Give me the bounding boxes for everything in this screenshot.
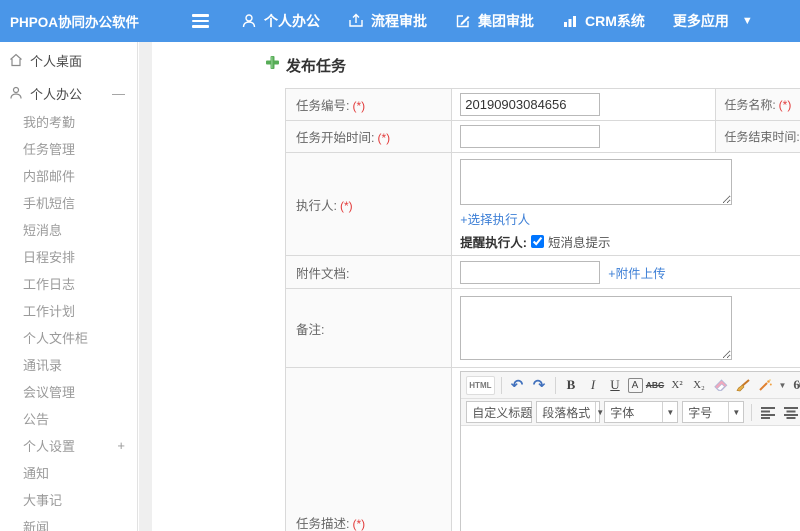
description-label: 任务描述: (*)	[284, 367, 453, 531]
align-center-icon[interactable]	[782, 403, 800, 422]
blockquote-button[interactable]: 66	[789, 376, 800, 395]
workflow-upload-icon	[348, 13, 364, 29]
user-icon	[9, 86, 23, 100]
sidebar-item-announcement[interactable]: 公告	[0, 405, 137, 432]
start-time-input[interactable]	[460, 125, 601, 148]
bar-chart-icon	[562, 13, 578, 29]
sidebar-item-notice[interactable]: 通知	[0, 459, 137, 486]
font-family-select[interactable]: 字体 ▼	[604, 401, 679, 423]
undo-button[interactable]: ↶	[508, 376, 527, 395]
toolbar-separator	[500, 376, 502, 394]
heading-select[interactable]: 自定义标题▼	[466, 401, 546, 423]
remind-executor-label: 提醒执行人:	[460, 236, 527, 250]
sidebar-item-internal-mail[interactable]: 内部邮件	[0, 162, 137, 189]
font-size-select[interactable]: 字号 ▼	[682, 401, 745, 423]
remove-format-eraser-icon[interactable]	[712, 376, 731, 395]
sms-remind-option: 短消息提示	[547, 236, 611, 250]
subscript-button[interactable]: X₂	[690, 376, 709, 395]
sidebar-item-work-log[interactable]: 工作日志	[0, 270, 137, 297]
auto-typeset-wand-icon[interactable]	[756, 376, 775, 395]
sidebar: 个人桌面 个人办公 — 我的考勤 任务管理 内部邮件 手机短信 短消息 日程安排…	[0, 42, 138, 531]
caret-down-icon[interactable]: ▼	[779, 381, 787, 390]
editor-toolbar-row2: 自定义标题▼ 段落格式▼ 字体▼ 字号▼	[461, 399, 800, 426]
sidebar-item-contacts[interactable]: 通讯录	[0, 351, 137, 378]
nav-more-apps[interactable]: 更多应用 ▼	[673, 11, 753, 31]
sidebar-item-short-message[interactable]: 短消息	[0, 216, 137, 243]
align-left-icon[interactable]	[759, 403, 778, 422]
attachment-input[interactable]	[460, 260, 601, 284]
top-header: PHPOA协同办公软件 个人办公 流程审批 集团审批 CRM系统 更多应用 ▼	[0, 0, 800, 42]
page-title: 发布任务	[286, 57, 347, 75]
sidebar-item-personal-desktop[interactable]: 个人桌面	[0, 45, 137, 75]
format-painter-brush-icon[interactable]	[734, 376, 753, 395]
nav-crm-system[interactable]: CRM系统	[562, 11, 645, 31]
sidebar-item-schedule[interactable]: 日程安排	[0, 243, 137, 270]
strikethrough-button[interactable]: ABC	[646, 376, 665, 395]
attachment-upload-link[interactable]: +附件上传	[608, 263, 665, 282]
publish-task-form: 任务编号:(*) 任务名称:(*) 任务开始时间:(*) 任务结束时间:(*)	[284, 88, 800, 531]
rich-text-editor: HTML ↶ ↷ B I U A ABC X² X₂ ▼ 6 自定义标题 段落格…	[460, 371, 800, 531]
nav-personal-office[interactable]: 个人办公	[241, 11, 320, 31]
caret-down-icon: ▼	[741, 15, 753, 27]
paragraph-format-select[interactable]: 段落格式 ▼	[536, 401, 604, 423]
attachment-label: 附件文档:	[284, 255, 453, 289]
edit-approve-icon	[455, 13, 471, 29]
html-source-button[interactable]: HTML	[466, 375, 495, 395]
sidebar-item-personal-files[interactable]: 个人文件柜	[0, 324, 137, 351]
user-icon	[241, 13, 257, 29]
expand-icon[interactable]: +	[117, 438, 125, 453]
caret-down-icon: ▼	[728, 402, 743, 422]
remark-label: 备注:	[284, 288, 453, 368]
caret-down-icon: ▼	[595, 402, 604, 422]
underline-button[interactable]: U	[606, 376, 625, 395]
bold-button[interactable]: B	[562, 376, 581, 395]
sidebar-item-personal-office[interactable]: 个人办公 —	[0, 78, 137, 108]
caret-down-icon: ▼	[662, 402, 677, 422]
superscript-button[interactable]: X²	[668, 376, 687, 395]
page-title-row: 发布任务	[265, 53, 346, 77]
top-nav: 个人办公 流程审批 集团审批 CRM系统 更多应用 ▼	[241, 11, 753, 31]
end-time-label: 任务结束时间:(*)	[715, 120, 800, 153]
collapse-icon[interactable]: —	[112, 86, 125, 101]
sidebar-item-work-plan[interactable]: 工作计划	[0, 297, 137, 324]
editor-toolbar-row1: HTML ↶ ↷ B I U A ABC X² X₂ ▼ 6	[461, 372, 800, 399]
nav-group-approval[interactable]: 集团审批	[455, 11, 534, 31]
home-icon	[9, 53, 23, 67]
sidebar-item-meeting-management[interactable]: 会议管理	[0, 378, 137, 405]
task-name-label: 任务名称: (*)	[715, 88, 800, 121]
plus-icon	[265, 55, 280, 75]
redo-button[interactable]: ↷	[530, 376, 549, 395]
toolbar-separator	[554, 376, 556, 394]
choose-executor-link[interactable]: +选择执行人	[460, 209, 530, 228]
start-time-label: 任务开始时间: (*)	[284, 120, 453, 153]
sidebar-item-my-attendance[interactable]: 我的考勤	[0, 108, 137, 135]
task-no-input[interactable]	[460, 93, 601, 116]
toolbar-separator	[751, 403, 753, 421]
sidebar-item-personal-settings[interactable]: 个人设置 +	[0, 432, 137, 459]
sidebar-item-task-management[interactable]: 任务管理	[0, 135, 137, 162]
nav-workflow-approval[interactable]: 流程审批	[348, 11, 427, 31]
executor-label: 执行人: (*)	[284, 152, 453, 256]
char-border-button[interactable]: A	[627, 377, 643, 393]
sidebar-item-news[interactable]: 新闻	[0, 513, 137, 531]
remark-textarea[interactable]	[460, 296, 733, 360]
sidebar-item-mobile-sms[interactable]: 手机短信	[0, 189, 137, 216]
editor-content-area[interactable]	[461, 426, 800, 531]
app-logo: PHPOA协同办公软件	[10, 15, 140, 30]
main-content: 发布任务 任务编号:(*) 任务名称:(*) 任务开始时间:(*)	[152, 42, 800, 531]
sidebar-item-milestones[interactable]: 大事记	[0, 486, 137, 513]
executor-textarea[interactable]	[460, 159, 733, 205]
sidebar-gutter	[139, 42, 152, 531]
hamburger-icon[interactable]	[192, 14, 209, 28]
task-no-label: 任务编号: (*)	[284, 88, 453, 121]
italic-button[interactable]: I	[584, 376, 603, 395]
sms-remind-checkbox[interactable]	[530, 235, 544, 248]
